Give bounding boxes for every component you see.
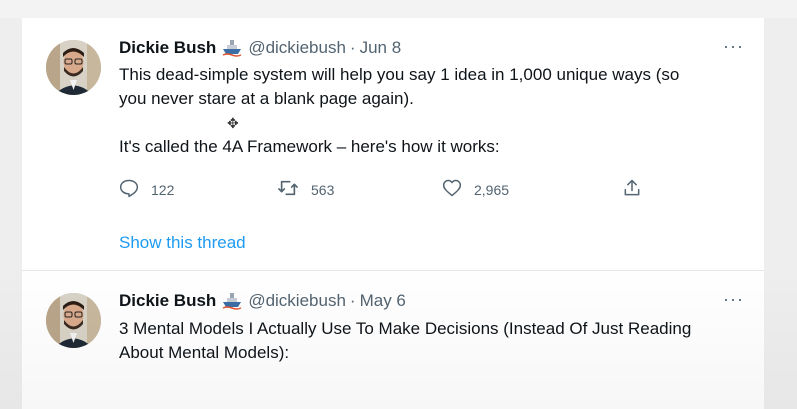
like-count: 2,965 xyxy=(474,181,510,198)
tweet-date[interactable]: Jun 8 xyxy=(360,38,402,58)
tweet[interactable]: Dickie Bush @dickiebush · Jun 8 ··· This… xyxy=(22,18,764,271)
show-thread-link[interactable]: Show this thread xyxy=(119,233,246,253)
author-handle[interactable]: @dickiebush xyxy=(248,291,346,311)
like-button[interactable]: 2,965 xyxy=(442,178,509,201)
retweet-button[interactable]: 563 xyxy=(277,178,334,201)
avatar[interactable] xyxy=(46,40,101,95)
tweet-text-line: This dead-simple system will help you sa… xyxy=(119,65,680,84)
tweet-text-line: About Mental Models): xyxy=(119,343,290,362)
ship-icon xyxy=(222,39,242,57)
reply-icon xyxy=(119,178,151,201)
tweet-header: Dickie Bush @dickiebush · May 6 xyxy=(119,291,406,311)
tweet-text-line: you never stare at a blank page again). xyxy=(119,89,414,108)
author-name[interactable]: Dickie Bush xyxy=(119,291,216,311)
tweet-header: Dickie Bush @dickiebush · Jun 8 xyxy=(119,38,401,58)
more-options-button[interactable]: ··· xyxy=(723,289,744,310)
retweet-count: 563 xyxy=(311,181,335,198)
author-handle[interactable]: @dickiebush xyxy=(248,38,346,58)
page-backdrop xyxy=(0,0,797,18)
tweet[interactable]: Dickie Bush @dickiebush · May 6 ··· 3 Me… xyxy=(22,271,764,409)
ship-icon xyxy=(222,292,242,310)
tweet-feed: Dickie Bush @dickiebush · Jun 8 ··· This… xyxy=(22,18,764,409)
reply-count: 122 xyxy=(151,181,175,198)
move-cursor-icon: ✥ xyxy=(227,115,239,131)
share-icon xyxy=(622,178,654,201)
header-separator: · xyxy=(349,291,356,310)
heart-icon xyxy=(442,178,474,201)
tweet-text: This dead-simple system will help you sa… xyxy=(119,63,739,111)
retweet-icon xyxy=(277,178,311,201)
tweet-text-line: It's called the 4A Framework – here's ho… xyxy=(119,137,500,156)
avatar[interactable] xyxy=(46,293,101,348)
header-separator: · xyxy=(349,38,356,57)
reply-button[interactable]: 122 xyxy=(119,178,174,201)
tweet-text: 3 Mental Models I Actually Use To Make D… xyxy=(119,317,739,365)
more-options-button[interactable]: ··· xyxy=(723,36,744,57)
author-name[interactable]: Dickie Bush xyxy=(119,38,216,58)
tweet-text-line: 3 Mental Models I Actually Use To Make D… xyxy=(119,319,692,338)
share-button[interactable] xyxy=(622,178,654,201)
tweet-date[interactable]: May 6 xyxy=(360,291,406,311)
tweet-text-continued: It's called the 4A Framework – here's ho… xyxy=(119,135,739,159)
tweet-actions: 122 563 2,965 xyxy=(119,178,659,202)
